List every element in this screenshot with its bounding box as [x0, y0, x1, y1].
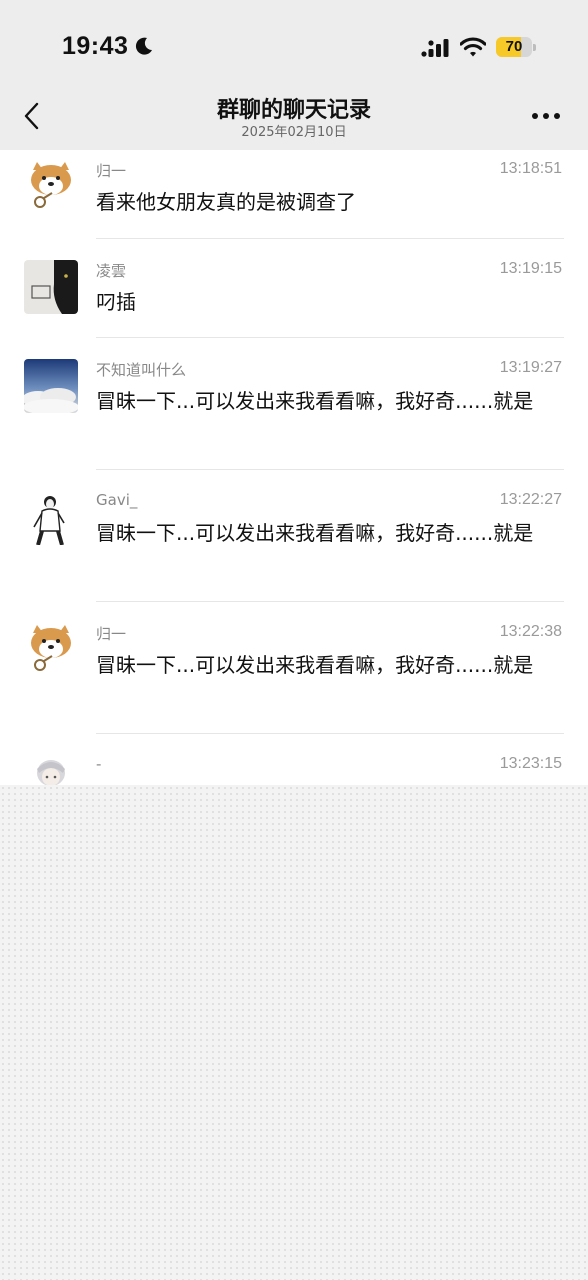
status-time: 19:43 [62, 32, 129, 60]
page-subtitle-date: 2025年02月10日 [241, 125, 347, 140]
more-dots-icon[interactable] [532, 110, 562, 122]
message-time: 13:19:27 [499, 359, 562, 376]
message-time: 13:22:27 [499, 491, 562, 508]
message-time: 13:19:15 [499, 260, 562, 277]
sender-name: Gavi_ [96, 491, 138, 509]
sender-name: 归一 [96, 162, 127, 180]
moon-icon [135, 37, 152, 55]
divider [96, 238, 564, 239]
shiba-dog-avatar[interactable] [24, 623, 78, 677]
message-time: 13:18:51 [499, 160, 562, 177]
message-time: 13:23:15 [499, 755, 562, 772]
signal-icon [421, 39, 449, 57]
message-text: 冒昧一下...可以发出来我看看嘛，我好奇......就是 [96, 521, 534, 545]
empty-background-area [0, 785, 588, 1280]
black-cat-avatar[interactable] [24, 260, 78, 314]
battery-level: 70 [505, 38, 523, 55]
chat-record-list[interactable]: 归一 13:18:51 看来他女朋友真的是被调查了 凌雲 13:19:15 叼插 [0, 150, 588, 785]
divider [96, 469, 564, 470]
message-text: 叼插 [96, 290, 136, 314]
sender-name: 凌雲 [96, 262, 127, 280]
sender-name: - [96, 755, 102, 773]
sender-name: 不知道叫什么 [96, 361, 187, 379]
person-sketch-avatar[interactable] [24, 491, 78, 545]
message-text: 冒昧一下...可以发出来我看看嘛，我好奇......就是 [96, 653, 534, 677]
sender-name: 归一 [96, 625, 127, 643]
divider [96, 337, 564, 338]
shiba-dog-avatar[interactable] [24, 160, 78, 214]
wifi-icon [460, 37, 486, 57]
divider [96, 601, 564, 602]
message-text: 看来他女朋友真的是被调查了 [96, 190, 356, 214]
message-text: 冒昧一下...可以发出来我看看嘛，我好奇......就是 [96, 389, 534, 413]
message-time: 13:22:38 [499, 623, 562, 640]
nav-bar: 群聊的聊天记录 2025年02月10日 [0, 90, 588, 150]
sky-clouds-avatar[interactable] [24, 359, 78, 413]
anime-character-avatar[interactable] [24, 755, 78, 785]
battery-icon: 70 [496, 37, 536, 57]
status-bar: 19:43 70 [0, 0, 588, 90]
divider [96, 733, 564, 734]
page-title: 群聊的聊天记录 [216, 98, 371, 123]
